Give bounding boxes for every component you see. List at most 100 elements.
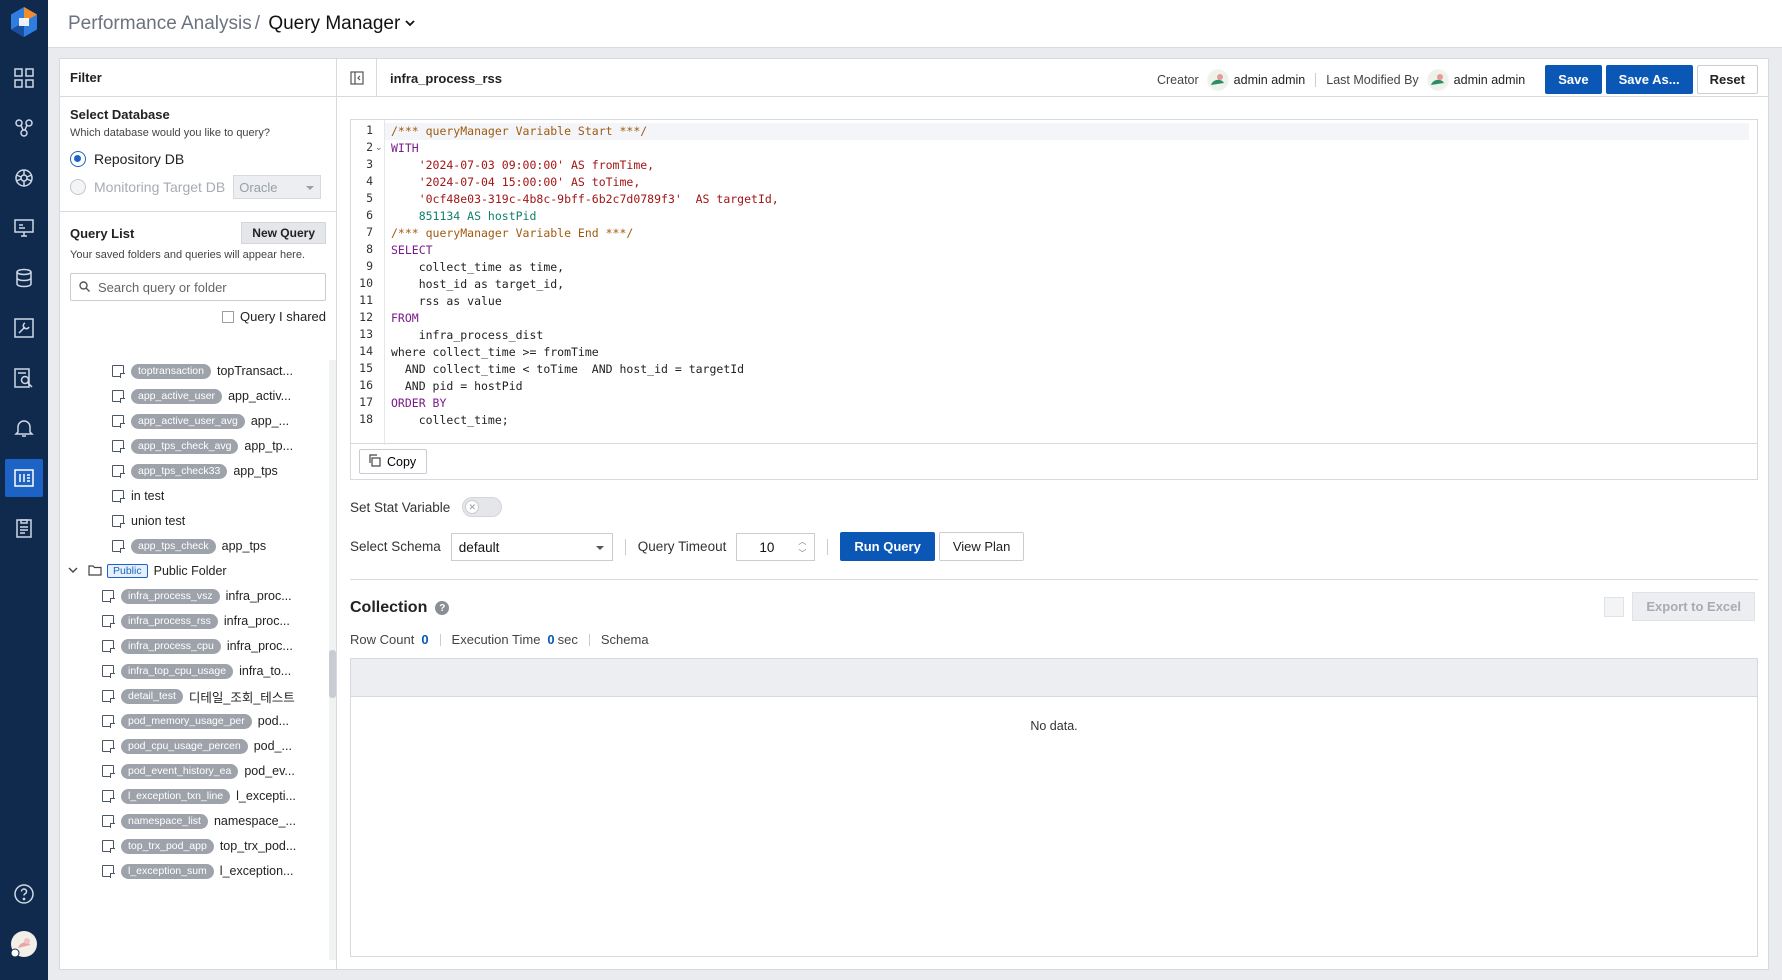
execution-time-unit: sec [557,632,578,647]
chevron-down-icon[interactable] [404,13,416,35]
row-count-label: Row Count [350,632,415,647]
list-item[interactable]: app_tps_check_avg app_tp... [112,432,293,460]
tree-scrollbar[interactable] [329,360,336,960]
public-folder-row[interactable]: Public Public Folder [68,557,227,585]
help-icon[interactable] [10,880,38,908]
code-line: host_id as target_id, [391,277,565,291]
list-item[interactable]: l_exception_sum l_exception... [102,857,293,885]
query-list-section: Query List New Query Your saved folders … [60,212,336,324]
list-item[interactable]: toptransaction topTransact... [112,357,293,385]
public-badge: Public [107,564,148,578]
list-item[interactable]: top_trx_pod_app top_trx_pod... [102,832,296,860]
reset-button[interactable]: Reset [1696,65,1758,94]
list-item[interactable]: detail_test 디테일_조회_테스트 [102,682,295,710]
divider [1315,72,1317,87]
bell-icon[interactable] [10,414,38,442]
line-number: 3 [366,157,373,171]
report-icon[interactable] [10,514,38,542]
query-timeout-stepper[interactable]: 10 ︿ ﹀ [736,532,816,561]
list-item[interactable]: app_tps_check33 app_tps [112,457,278,485]
collapse-panel-icon[interactable] [337,59,377,97]
fold-chevron-icon[interactable]: ⌄ [375,142,383,153]
filter-title: Filter [60,59,336,97]
new-query-button[interactable]: New Query [241,222,326,244]
breadcrumb-parent[interactable]: Performance Analysis [68,13,252,34]
query-tag: infra_process_rss [121,613,218,629]
query-timeout-value[interactable]: 10 [759,540,774,555]
query-i-shared-checkbox[interactable]: Query I shared [70,309,326,324]
run-query-button[interactable]: Run Query [840,532,935,561]
query-tag: app_tps_check_avg [131,438,239,454]
save-as-button[interactable]: Save As... [1605,65,1693,94]
stepper-up-icon[interactable]: ︿ [798,536,806,547]
list-item[interactable]: infra_top_cpu_usage infra_to... [102,657,291,685]
list-item[interactable]: pod_event_history_ea pod_ev... [102,757,295,785]
query-tag: app_tps_check [131,538,216,554]
list-item[interactable]: app_active_user app_activ... [112,382,291,410]
query-search-box[interactable] [70,273,326,301]
view-plan-button[interactable]: View Plan [938,532,1025,561]
database-icon[interactable] [10,264,38,292]
list-item[interactable]: infra_process_cpu infra_proc... [102,632,293,660]
copy-icon [368,453,381,470]
query-name: infra_to... [239,664,292,678]
query-name: namespace_... [213,814,296,828]
radio-repository-db[interactable]: Repository DB [70,151,326,167]
list-item[interactable]: pod_memory_usage_per pod... [102,707,289,735]
checkbox[interactable] [222,310,234,323]
radio-button-selected[interactable] [70,151,86,167]
app-logo-icon[interactable] [8,6,40,38]
collection-title: Collection [350,599,428,616]
query-tree: toptransaction topTransact... app_active_… [60,355,328,969]
list-item[interactable]: namespace_list namespace_... [102,807,296,835]
list-item[interactable]: infra_process_rss infra_proc... [102,607,290,635]
list-item[interactable]: pod_cpu_usage_percen pod_... [102,732,292,760]
dashboard-icon[interactable] [10,64,38,92]
list-item[interactable]: app_active_user_avg app_... [112,407,289,435]
result-grid: No data. [350,658,1758,957]
execution-time-value: 0 [547,632,555,647]
query-file-icon [112,490,125,503]
query-tag: app_tps_check33 [131,463,228,479]
divider [588,633,590,646]
filter-panel: Filter Select Database Which database wo… [59,58,337,970]
copy-label: Copy [387,454,417,469]
monitor-icon[interactable] [10,214,38,242]
copy-button[interactable]: Copy [359,449,428,474]
chevron-down-icon[interactable] [68,564,78,578]
save-button[interactable]: Save [1545,65,1602,94]
query-name: l_exception... [219,864,294,878]
analysis-icon[interactable] [10,364,38,392]
list-item[interactable]: union test [112,507,185,535]
line-number: 12 [359,310,373,324]
sql-editor[interactable]: 1 2 3 4 5 6 7 8 9 10 11 12 13 14 15 16 17 18 ⌄ /*** queryM… [350,119,1758,445]
stat-variable-toggle[interactable]: ✕ [462,497,503,517]
list-item[interactable]: app_tps_check app_tps [112,532,266,560]
list-item[interactable]: l_exception_txn_line l_excepti... [102,782,296,810]
query-manager-icon[interactable] [5,459,43,497]
list-item[interactable]: in test [112,482,164,510]
stepper-down-icon[interactable]: ﹀ [798,548,806,559]
list-item[interactable]: infra_process_vsz infra_proc... [102,582,292,610]
divider [624,538,626,555]
topology-icon[interactable] [10,114,38,142]
copy-bar: Copy [350,444,1758,480]
select-database-title: Select Database [70,107,170,122]
search-icon [79,280,90,295]
query-file-icon [112,390,125,403]
schema-label: Select Schema [350,539,441,554]
search-input[interactable] [98,279,318,295]
query-tag: l_exception_txn_line [121,788,231,804]
breadcrumb-current[interactable]: Query Manager [268,13,400,34]
modified-label: Last Modified By [1326,72,1419,87]
schema-select[interactable]: default [450,532,613,561]
scrollbar-thumb[interactable] [329,650,336,698]
line-number: 5 [366,191,373,205]
tools-icon[interactable] [10,314,38,342]
query-title: infra_process_rss [390,71,503,86]
avatar [1426,68,1449,91]
help-icon[interactable]: ? [435,601,450,615]
kubernetes-icon[interactable] [10,164,38,192]
query-name: app_tps [221,539,267,553]
user-avatar[interactable] [10,930,38,958]
